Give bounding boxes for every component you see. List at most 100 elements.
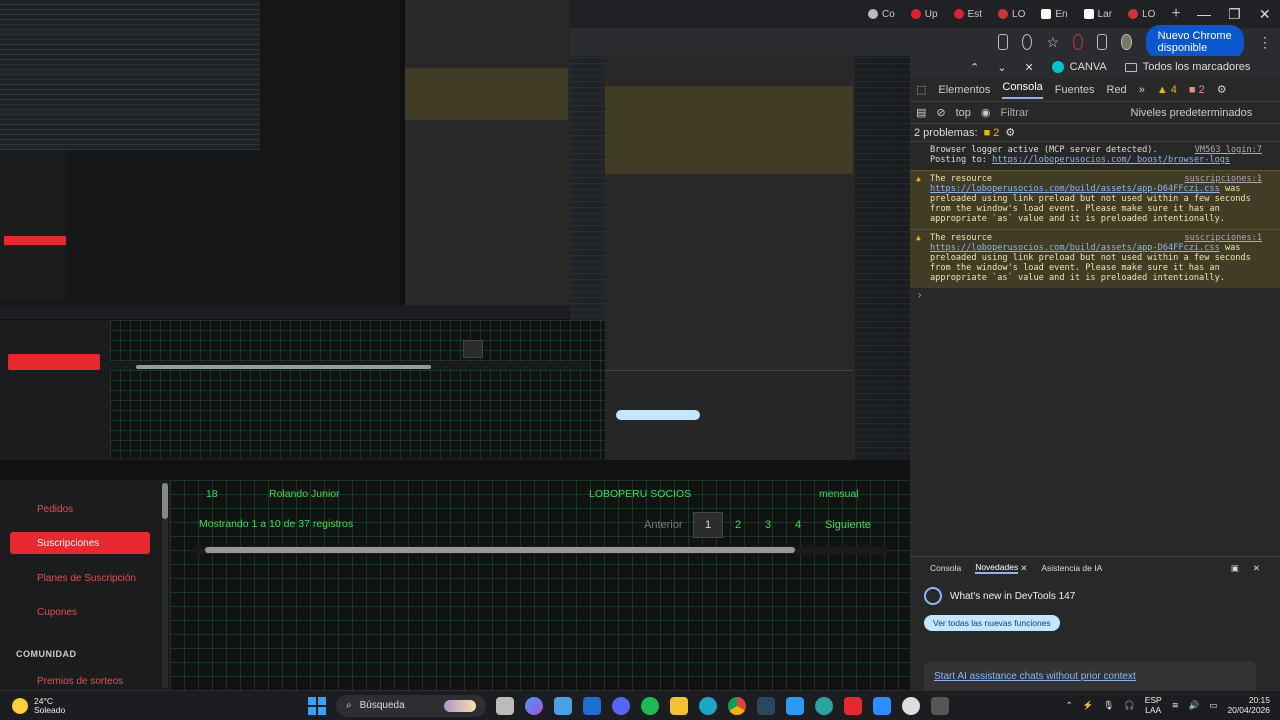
browser-tab[interactable]: En	[1033, 0, 1075, 28]
devtools-panel: ⬚ Elementos Consola Fuentes Red » ▲ 4 ■ …	[910, 78, 1280, 558]
clock[interactable]: 20:15 20/04/2026	[1227, 695, 1270, 715]
search-icon: ⌕	[346, 700, 352, 711]
tab-elementos[interactable]: Elementos	[938, 84, 990, 96]
close-drawer-icon[interactable]: ✕	[1253, 563, 1260, 574]
sidebar-item-pedidos[interactable]: Pedidos	[10, 498, 150, 520]
discord-icon[interactable]	[612, 696, 630, 715]
browser-tab[interactable]: LO	[990, 0, 1033, 28]
pager-page-2[interactable]: 2	[735, 512, 741, 538]
browser-tab-strip: Co Up Est LO En Lar LO + — ❐ ✕	[570, 0, 1280, 28]
bookmark-all[interactable]: Todos los marcadores	[1124, 61, 1250, 73]
headset-icon[interactable]: 🎧	[1124, 700, 1135, 711]
tab-consola[interactable]: Consola	[1002, 81, 1043, 99]
extension-red-icon[interactable]	[1073, 34, 1084, 50]
inspect-icon[interactable]: ⬚	[916, 83, 926, 96]
pager-page-3[interactable]: 3	[765, 512, 771, 538]
zoom-icon[interactable]	[998, 34, 1009, 50]
minimize-button[interactable]: —	[1189, 0, 1219, 28]
console-prompt[interactable]: ›	[910, 288, 1280, 303]
chevron-down-icon[interactable]: ⌄	[997, 61, 1006, 74]
profile-avatar-icon[interactable]	[1121, 34, 1132, 50]
mic-icon[interactable]: 🎙	[1103, 700, 1114, 711]
wifi-icon[interactable]: ≋	[1172, 700, 1179, 711]
chrome-update-button[interactable]: Nuevo Chrome disponible	[1145, 25, 1244, 59]
spotify-icon[interactable]	[641, 696, 659, 715]
more-tabs-icon[interactable]: »	[1139, 84, 1145, 96]
tab-red[interactable]: Red	[1107, 84, 1127, 96]
dock-icon[interactable]: ▣	[1231, 563, 1239, 574]
sidebar-item-planes[interactable]: Planes de Suscripción	[10, 567, 150, 589]
calculator-icon[interactable]	[931, 696, 949, 715]
table-horizontal-scrollbar[interactable]	[195, 546, 887, 554]
chevron-up-icon[interactable]: ⌃	[970, 61, 979, 74]
volume-icon[interactable]: 🔊	[1189, 700, 1200, 711]
network-icon[interactable]: ⚡	[1083, 700, 1094, 711]
browser-tab[interactable]: Lar	[1076, 0, 1120, 28]
pager-page-4[interactable]: 4	[795, 512, 801, 538]
github-icon[interactable]	[902, 696, 920, 715]
sidebar-item-suscripciones[interactable]: Suscripciones	[10, 532, 150, 554]
pager-next-button[interactable]: Siguiente	[825, 512, 871, 538]
star-icon[interactable]: ☆	[1046, 34, 1059, 51]
warning-count-badge[interactable]: ▲ 4	[1157, 84, 1177, 96]
battery-icon[interactable]: ▭	[1209, 700, 1217, 711]
bookmark-canva[interactable]: CANVA	[1051, 61, 1107, 73]
issue-count-badge[interactable]: ■ 2	[1189, 84, 1205, 96]
anydesk-icon[interactable]	[844, 696, 862, 715]
edge-icon[interactable]	[699, 696, 717, 715]
steam-icon[interactable]	[757, 696, 775, 715]
zoom-app-icon[interactable]	[873, 696, 891, 715]
bookmarks-bar: ⌃ ⌄ ✕ CANVA Todos los marcadores	[910, 56, 1280, 78]
vscode-icon[interactable]	[786, 696, 804, 715]
close-icon[interactable]: ✕	[1024, 61, 1033, 74]
drawer-tab-consola[interactable]: Consola	[930, 563, 961, 573]
settings-gear-icon[interactable]: ⚙	[1005, 126, 1015, 139]
sidebar-scrollbar-thumb[interactable]	[162, 483, 168, 519]
sidebar-item-cupones[interactable]: Cupones	[10, 601, 150, 623]
browser-tab[interactable]: Up	[903, 0, 946, 28]
close-window-button[interactable]: ✕	[1250, 0, 1280, 28]
browser-icon[interactable]	[815, 696, 833, 715]
windows-taskbar: 24°C Soleado ⌕ Búsqueda ⌃ ⚡ 🎙 🎧 ESP LAA ≋ …	[0, 690, 1280, 720]
close-icon[interactable]: ✕	[1020, 563, 1027, 574]
see-all-features-button[interactable]: Ver todas las nuevas funciones	[924, 615, 1060, 631]
sidebar-item-premios[interactable]: Premios de sorteos	[10, 676, 150, 690]
drawer-tab-bar: Consola Novedades ✕ Asistencia de IA ▣ ✕	[910, 559, 1280, 577]
weather-widget[interactable]: 24°C Soleado	[0, 696, 300, 715]
sidebar-scrollbar[interactable]	[162, 483, 168, 688]
extensions-icon[interactable]	[1097, 34, 1108, 50]
language-indicator[interactable]: ESP LAA	[1145, 695, 1162, 715]
sidebar-toggle-icon[interactable]: ▤	[916, 106, 926, 119]
copilot-icon[interactable]	[525, 696, 543, 715]
maximize-button[interactable]: ❐	[1219, 0, 1249, 28]
browser-tab[interactable]: LO	[1120, 0, 1163, 28]
clear-console-icon[interactable]: ⊘	[936, 106, 945, 119]
taskbar-search[interactable]: ⌕ Búsqueda	[336, 694, 486, 717]
pager-page-1[interactable]: 1	[693, 512, 723, 538]
drawer-tab-asistencia-ia[interactable]: Asistencia de IA	[1041, 563, 1102, 573]
scrollbar-thumb[interactable]	[205, 547, 795, 553]
levels-select[interactable]: Niveles predeterminados	[1131, 107, 1253, 119]
password-icon[interactable]	[1022, 34, 1033, 50]
browser-tab[interactable]: Est	[946, 0, 990, 28]
tab-fuentes[interactable]: Fuentes	[1055, 84, 1095, 96]
drawer-tab-novedades[interactable]: Novedades	[975, 562, 1019, 574]
filter-input[interactable]: Filtrar	[1001, 107, 1121, 119]
mail-icon[interactable]	[583, 696, 601, 715]
ai-assistance-link[interactable]: Start AI assistance chats without prior …	[924, 661, 1256, 691]
tray-chevron-icon[interactable]: ⌃	[1066, 700, 1073, 711]
pager-prev-button[interactable]: Anterior	[644, 512, 683, 538]
windows-start-icon[interactable]	[308, 696, 326, 715]
store-icon[interactable]	[554, 696, 572, 715]
file-explorer-icon[interactable]	[670, 696, 688, 715]
chrome-icon[interactable]	[728, 696, 746, 715]
browser-tab[interactable]: Co	[860, 0, 903, 28]
eye-icon[interactable]: ◉	[981, 106, 991, 119]
settings-gear-icon[interactable]: ⚙	[1217, 83, 1227, 96]
problems-icon[interactable]: ■ 2	[984, 127, 1000, 139]
folder-icon	[1124, 62, 1137, 72]
task-view-icon[interactable]	[496, 696, 514, 715]
context-select[interactable]: top	[956, 107, 971, 119]
new-tab-button[interactable]: +	[1163, 0, 1188, 28]
menu-dots-icon[interactable]: ⋮	[1258, 34, 1272, 51]
